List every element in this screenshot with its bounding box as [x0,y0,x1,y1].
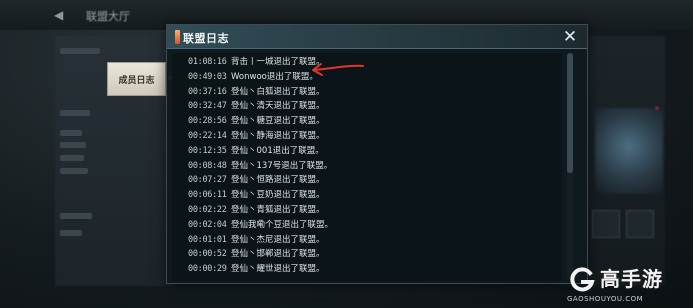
title-marker-icon [175,30,180,44]
log-entry-text: 登仙丶静海退出了联盟。 [231,131,325,141]
log-entry-time: 00:07:27 [188,175,227,186]
log-entry-text: 登仙丶豆奶退出了联盟。 [231,190,325,201]
log-entry-text: Wonwoo退出了联盟。 [231,71,318,82]
background-icon-slot [626,210,654,238]
log-entry-time: 00:32:47 [188,101,227,112]
dialog-header: 联盟日志 ✕ [167,25,587,49]
background-window-title: 联盟大厅 [86,10,130,23]
log-entry-text: 登仙丶邯郸退出了联盟。 [231,249,325,260]
background-row [60,168,88,174]
log-entry: 00:22:14 登仙丶静海退出了联盟。 [188,130,548,143]
log-entry: 00:00:29 登仙丶耀世退出了联盟。 [188,263,548,276]
background-row [60,230,82,236]
background-row [60,48,100,54]
background-row [60,110,90,116]
notification-dot [655,106,659,110]
log-entry: 00:08:48 登仙丶137号退出了联盟。 [188,160,548,173]
alliance-log-dialog: 联盟日志 ✕ 01:08:16 背击丨一城退出了联盟。 00:49:03 Wonwoo… [166,24,588,284]
background-row [60,130,82,136]
log-list[interactable]: 01:08:16 背击丨一城退出了联盟。 00:49:03 Wonwoo退出了联盟。 0… [172,53,562,281]
g-logo-icon [570,267,595,292]
log-entry-time: 00:08:48 [188,160,227,171]
log-entry: 00:37:16 登仙丶白狐退出了联盟。 [188,86,548,99]
log-entry: 00:01:01 登仙丶杰尼退出了联盟。 [188,234,548,247]
background-row [60,155,84,161]
log-entry: 00:07:27 登仙丶恒路退出了联盟。 [188,174,548,187]
background-portrait [595,108,663,194]
log-entry-time: 00:28:56 [188,116,227,127]
log-entry: 00:49:03 Wonwoo退出了联盟。 [188,71,548,84]
log-entry-text: 登仙丶糖豆退出了联盟。 [231,116,325,127]
log-entry-time: 00:12:35 [188,145,227,156]
dialog-title: 联盟日志 [183,32,229,45]
log-entry-text: 登仙丶青狐退出了联盟。 [231,205,325,215]
log-entry: 00:02:22 登仙丶青狐退出了联盟。 [188,204,548,217]
log-entry-text: 登仙丶137号退出了联盟。 [231,160,333,171]
log-scrollbar[interactable] [567,53,573,279]
log-entry-text: 登仙丶恒路退出了联盟。 [231,175,325,186]
log-entry-text: 登仙丶001退出了联盟。 [231,145,324,156]
log-entry-text: 登仙丶杰尼退出了联盟。 [231,234,325,245]
log-entry-time: 00:01:01 [188,234,227,245]
log-entry-time: 00:00:29 [188,264,227,275]
log-entry-time: 00:37:16 [188,86,227,97]
log-entry-text: 登仙丶耀世退出了联盟。 [231,264,325,275]
log-entry-time: 00:02:22 [188,205,227,215]
log-entry-time: 00:06:11 [188,190,227,201]
scrollbar-thumb[interactable] [567,53,573,173]
log-entry-time: 00:00:52 [188,249,227,260]
log-entry-text: 登仙丶清天退出了联盟。 [231,101,325,112]
log-entry: 00:06:11 登仙丶豆奶退出了联盟。 [188,189,548,202]
log-entry-time: 00:49:03 [188,71,227,82]
watermark-brand: 高手游 [600,267,663,291]
annotation-arrow-icon [312,63,364,76]
watermark-url: GAOSHOUYOU.COM [567,295,644,303]
background-icon-slot [592,210,620,238]
tab-member-log[interactable]: 成员日志 [107,62,166,96]
log-entry: 01:08:16 背击丨一城退出了联盟。 [188,56,548,69]
background-row [60,213,92,219]
log-entry-time: 00:02:04 [188,219,227,230]
close-icon[interactable]: ✕ [560,28,580,46]
log-entry: 00:00:52 登仙丶邯郸退出了联盟。 [188,248,548,261]
log-entry: 00:12:35 登仙丶001退出了联盟。 [188,145,548,158]
log-entry-text: 登仙丶白狐退出了联盟。 [231,86,325,97]
log-entry-time: 01:08:16 [188,57,227,67]
log-entry-time: 00:22:14 [188,131,227,141]
log-entry: 00:28:56 登仙丶糖豆退出了联盟。 [188,115,548,128]
log-entry: 00:32:47 登仙丶清天退出了联盟。 [188,100,548,113]
log-entry: 00:02:04 登仙我嘞个豆退出了联盟。 [188,219,548,232]
log-entry-text: 登仙我嘞个豆退出了联盟。 [231,219,334,230]
background-row [60,142,86,148]
back-arrow-icon[interactable]: ◀ [54,8,63,22]
